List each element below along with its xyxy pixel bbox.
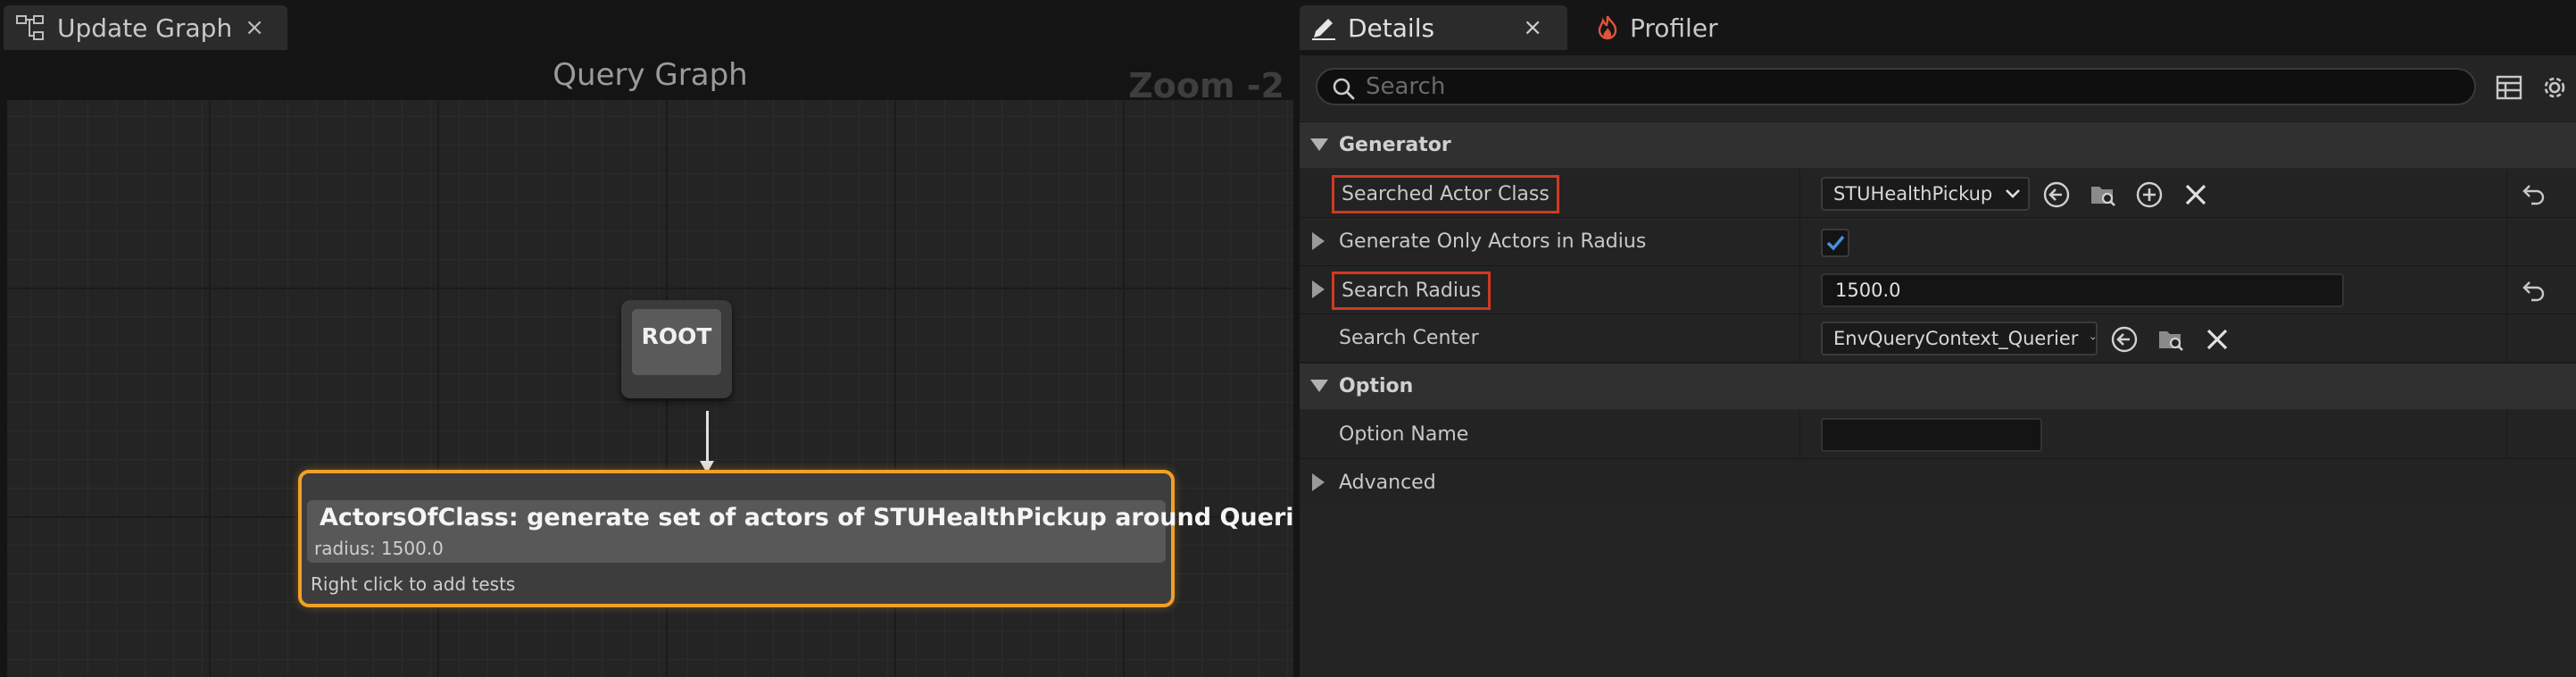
right-tab-bar: Details × Profiler <box>1300 0 2576 55</box>
clear-icon[interactable] <box>2181 180 2210 209</box>
search-radius-label: Search Radius <box>1332 272 1492 310</box>
generator-node-hint: Right click to add tests <box>311 573 516 595</box>
search-center-dropdown[interactable]: EnvQueryContext_Querier <box>1821 322 2098 355</box>
root-node[interactable]: ROOT <box>621 300 732 398</box>
tab-profiler-label: Profiler <box>1630 13 1718 43</box>
clear-icon[interactable] <box>2203 325 2231 354</box>
tab-details-label: Details <box>1348 13 1435 43</box>
actor-class-dropdown[interactable]: STUHealthPickup <box>1821 177 2030 211</box>
chevron-down-icon <box>2090 337 2096 340</box>
close-icon[interactable]: × <box>1523 14 1542 41</box>
option-name-label: Option Name <box>1339 423 1469 446</box>
search-icon <box>1333 78 1355 100</box>
search-center-value: EnvQueryContext_Querier <box>1833 328 2079 349</box>
column-divider <box>1799 218 1800 265</box>
search-radius-field[interactable]: 1500.0 <box>1821 273 2344 307</box>
generate-only-actors-label: Generate Only Actors in Radius <box>1339 230 1647 253</box>
use-selected-icon[interactable] <box>2042 180 2071 209</box>
left-tab-bar: Update Graph × <box>0 0 1293 55</box>
search-center-label: Search Center <box>1339 327 1479 349</box>
browse-icon[interactable] <box>2156 325 2185 354</box>
actor-class-value: STUHealthPickup <box>1833 183 1993 205</box>
expand-arrow-icon[interactable] <box>1312 232 1325 250</box>
category-generator[interactable]: Generator <box>1300 121 2576 168</box>
row-search-center: Search Center EnvQueryContext_Querier <box>1300 314 2576 363</box>
gear-icon[interactable] <box>2540 73 2569 102</box>
searched-actor-class-label: Searched Actor Class <box>1332 175 1559 213</box>
collapse-arrow-icon[interactable] <box>1310 138 1328 151</box>
browse-icon[interactable] <box>2089 180 2117 209</box>
generator-node-subtitle: radius: 1500.0 <box>314 538 444 559</box>
close-icon[interactable]: × <box>245 14 264 41</box>
column-divider <box>1799 411 1800 458</box>
row-search-radius: Search Radius 1500.0 <box>1300 266 2576 314</box>
row-searched-actor-class: Searched Actor Class STUHealthPickup <box>1300 170 2576 218</box>
tab-profiler[interactable]: Profiler <box>1585 5 1782 50</box>
option-name-field[interactable] <box>1821 418 2042 452</box>
column-divider <box>2506 266 2507 313</box>
tab-update-graph-label: Update Graph <box>57 13 233 43</box>
root-node-label: ROOT <box>641 323 712 349</box>
column-divider <box>2506 411 2507 458</box>
row-advanced[interactable]: Advanced <box>1300 459 2576 507</box>
column-divider <box>2506 170 2507 217</box>
flame-icon <box>1598 15 1617 40</box>
tab-update-graph[interactable]: Update Graph × <box>4 5 287 50</box>
checkmark-icon <box>1826 235 1845 251</box>
tab-details[interactable]: Details × <box>1300 5 1567 50</box>
generator-node-title: ActorsOfClass: generate set of actors of… <box>320 504 1293 531</box>
column-divider <box>1799 314 1800 362</box>
column-divider <box>1799 170 1800 217</box>
column-divider <box>1799 266 1800 313</box>
table-view-icon[interactable] <box>2496 75 2522 100</box>
graph-icon <box>16 15 44 40</box>
category-option-label: Option <box>1339 375 1414 397</box>
reset-to-default-icon[interactable] <box>2521 279 2547 302</box>
search-input[interactable] <box>1366 73 2464 100</box>
pencil-icon <box>1312 19 1335 40</box>
category-option[interactable]: Option <box>1300 363 2576 409</box>
chevron-down-icon <box>2006 189 2021 198</box>
expand-arrow-icon[interactable] <box>1312 280 1325 298</box>
expand-arrow-icon[interactable] <box>1312 473 1325 491</box>
use-selected-icon[interactable] <box>2110 325 2139 354</box>
column-divider <box>2506 314 2507 362</box>
row-generate-only-actors-in-radius: Generate Only Actors in Radius <box>1300 218 2576 266</box>
advanced-label: Advanced <box>1339 472 1436 494</box>
generator-node[interactable]: ActorsOfClass: generate set of actors of… <box>298 470 1293 607</box>
column-divider <box>2506 218 2507 265</box>
category-generator-label: Generator <box>1339 134 1451 156</box>
graph-canvas[interactable]: Query Graph Zoom -2 ROOT ActorsOfClass: … <box>7 55 1293 677</box>
generate-only-actors-checkbox[interactable] <box>1821 229 1849 257</box>
zoom-label: Zoom -2 <box>1128 66 1284 105</box>
graph-title: Query Graph <box>553 57 748 93</box>
search-box[interactable] <box>1316 68 2476 105</box>
collapse-arrow-icon[interactable] <box>1310 380 1328 392</box>
add-icon[interactable] <box>2135 180 2164 209</box>
row-option-name: Option Name <box>1300 411 2576 459</box>
node-connector-line <box>706 411 709 466</box>
details-panel: Details × Profiler Generator Searched Ac <box>1300 0 2576 677</box>
reset-to-default-icon[interactable] <box>2521 182 2547 205</box>
generator-node-header: ActorsOfClass: generate set of actors of… <box>307 500 1293 563</box>
